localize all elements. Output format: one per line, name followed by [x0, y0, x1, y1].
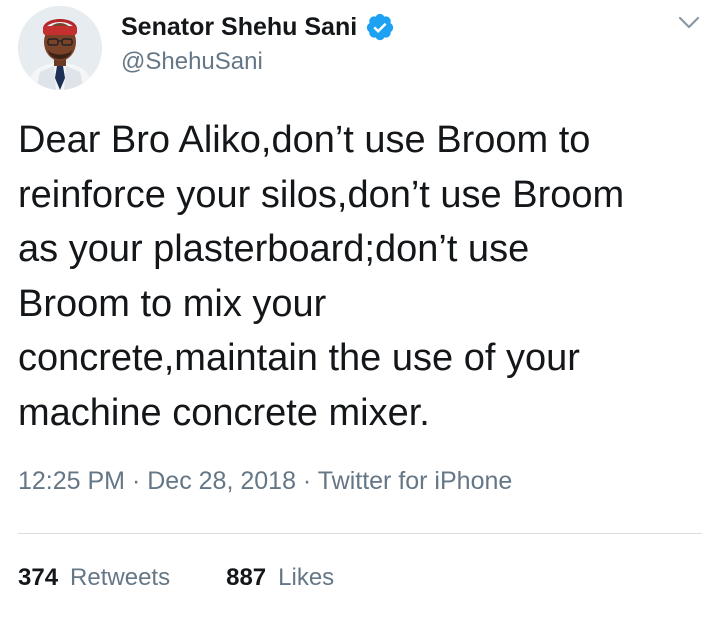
likes-stat[interactable]: 887 Likes [226, 564, 334, 592]
retweets-count: 374 [18, 564, 59, 591]
tweet-card: Senator Shehu Sani @ShehuSani Dear Bro A… [0, 0, 720, 618]
meta-separator: · [131, 467, 148, 495]
meta-separator: · [302, 467, 318, 495]
profile-photo-icon [18, 6, 102, 90]
tweet-source[interactable]: Twitter for iPhone [318, 467, 513, 495]
chevron-down-icon [678, 16, 700, 35]
retweets-stat[interactable]: 374 Retweets [18, 564, 170, 592]
tweet-timestamp-time[interactable]: 12:25 PM [18, 467, 125, 495]
author-name-row: Senator Shehu Sani [121, 11, 395, 43]
retweets-label: Retweets [70, 564, 171, 591]
avatar[interactable] [18, 6, 102, 90]
tweet-text: Dear Bro Aliko,don’t use Broom to reinfo… [18, 119, 625, 434]
tweet-options-button[interactable] [672, 12, 706, 38]
likes-count: 887 [226, 564, 267, 591]
tweet-meta: 12:25 PM · Dec 28, 2018 · Twitter for iP… [18, 467, 512, 496]
likes-label: Likes [278, 564, 335, 591]
display-name[interactable]: Senator Shehu Sani [121, 13, 357, 42]
tweet-timestamp-date[interactable]: Dec 28, 2018 [147, 467, 296, 495]
tweet-stats: 374 Retweets 887 Likes [18, 564, 334, 592]
verified-badge-icon [365, 12, 395, 42]
author-handle[interactable]: @ShehuSani [121, 48, 263, 76]
divider [18, 533, 702, 534]
